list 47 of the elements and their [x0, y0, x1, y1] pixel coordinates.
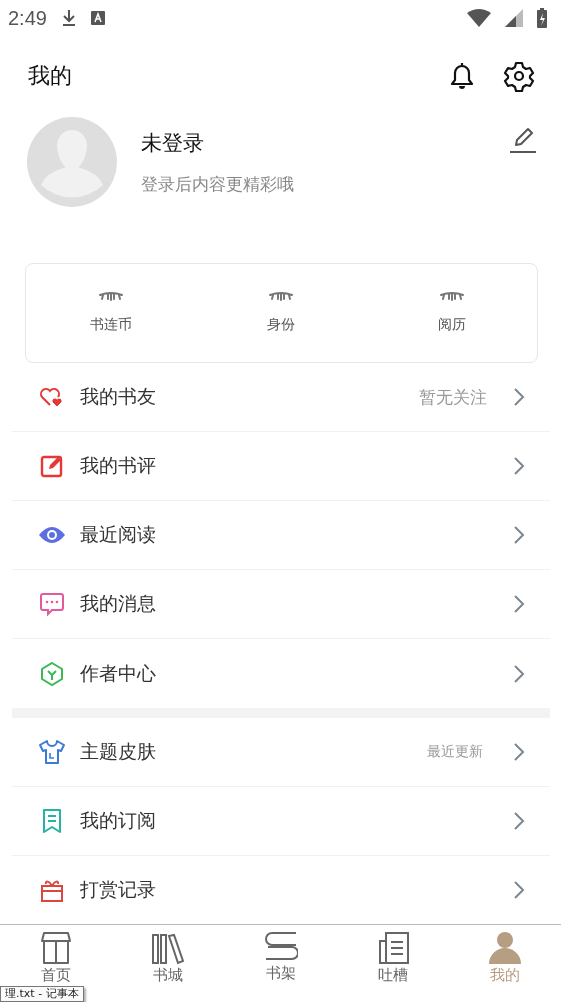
chevron-right-icon	[513, 880, 525, 900]
menu-item[interactable]: 打赏记录	[80, 877, 156, 903]
login-hint: 登录后内容更精彩哦	[141, 172, 294, 196]
download-icon	[60, 9, 77, 27]
closed-eye-icon	[98, 292, 125, 304]
person-icon	[487, 931, 522, 965]
user-name[interactable]: 未登录	[141, 128, 294, 157]
menu-detail: 最近更新	[427, 743, 483, 761]
storefront-icon	[40, 931, 73, 965]
nav-tab[interactable]: 书城	[112, 925, 225, 1002]
nav-tab[interactable]: 吐槽	[336, 925, 449, 1002]
settings-icon[interactable]	[503, 60, 535, 92]
chevron-right-icon	[513, 594, 525, 614]
signal-icon	[505, 9, 523, 27]
book-stack-icon	[263, 931, 298, 963]
status-time: 2:49	[8, 6, 47, 30]
chat-icon	[38, 591, 66, 617]
menu-item[interactable]: 主题皮肤	[80, 739, 156, 765]
menu-item[interactable]: 最近阅读	[80, 522, 156, 548]
chevron-right-icon	[513, 742, 525, 762]
chevron-right-icon	[513, 456, 525, 476]
cube-icon	[38, 660, 66, 687]
chevron-right-icon	[513, 663, 525, 684]
stat-label[interactable]: 阅历	[437, 316, 466, 334]
stat-label[interactable]: 身份	[267, 316, 296, 334]
chevron-right-icon	[513, 811, 525, 831]
menu-detail: 暂无关注	[419, 385, 487, 409]
menu-item[interactable]: 我的消息	[80, 591, 156, 617]
books-icon	[151, 931, 186, 965]
battery-icon	[537, 8, 547, 28]
eye-icon	[38, 525, 66, 545]
menu-item[interactable]: 我的书友	[80, 384, 156, 410]
menu-item[interactable]: 我的书评	[80, 453, 156, 479]
closed-eye-icon	[438, 292, 465, 304]
menu-item[interactable]: 我的订阅	[80, 808, 156, 834]
stat-label[interactable]: 书连币	[90, 316, 133, 334]
closed-eye-icon	[268, 292, 295, 304]
notification-icon	[90, 11, 105, 25]
nav-tab[interactable]: 书架	[224, 925, 337, 1002]
tooltip: 理.txt - 记事本	[0, 986, 84, 1002]
chevron-right-icon	[513, 525, 525, 545]
wifi-icon	[467, 9, 491, 27]
shirt-icon	[38, 739, 66, 765]
menu-item[interactable]: 作者中心	[80, 660, 156, 687]
page-title: 我的	[28, 62, 72, 90]
chevron-right-icon	[513, 387, 525, 407]
pencil-icon[interactable]	[509, 126, 537, 154]
